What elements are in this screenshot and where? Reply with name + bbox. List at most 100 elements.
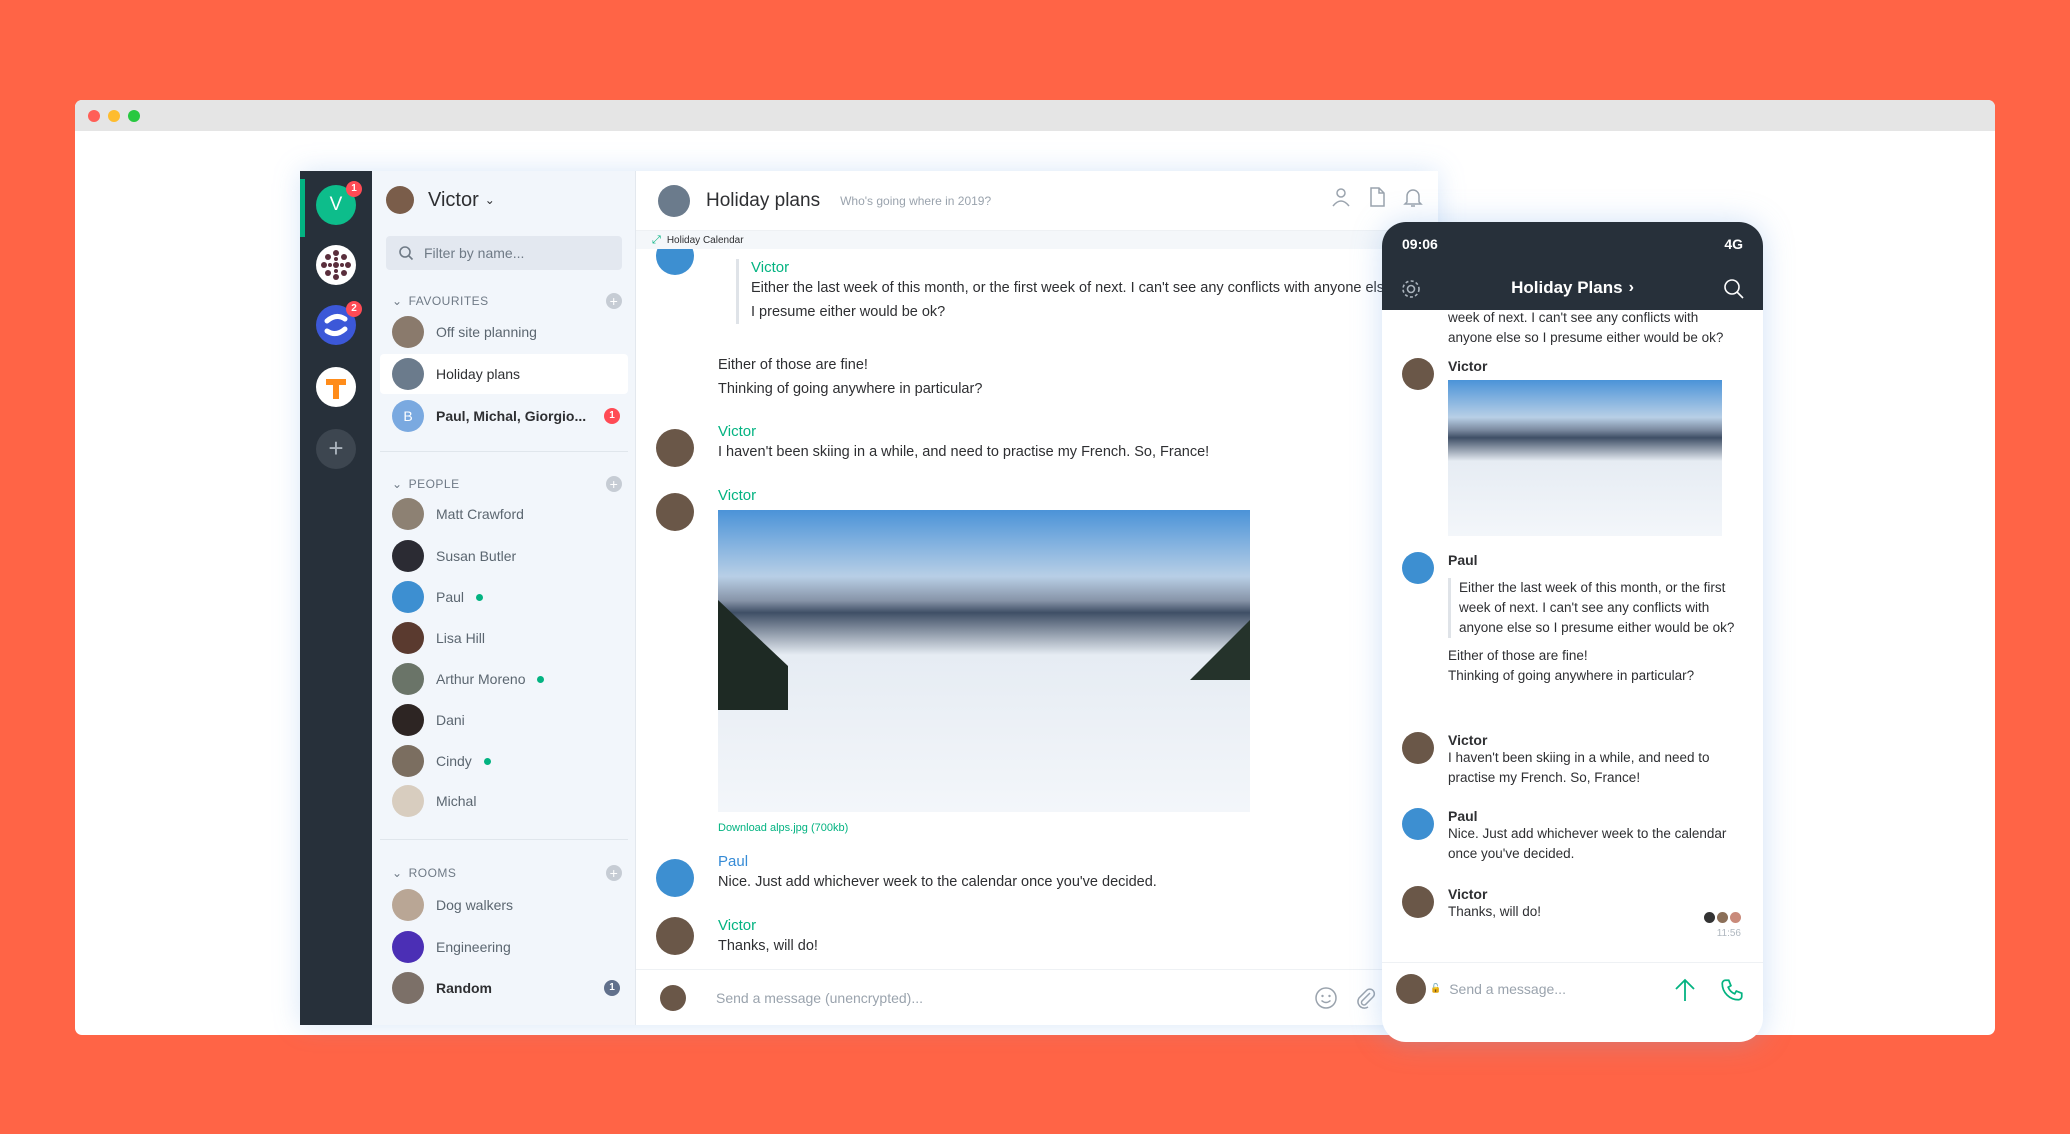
community-s-icon[interactable]: 2: [316, 301, 362, 345]
avatar[interactable]: [1402, 886, 1434, 918]
user-menu[interactable]: Victor ⌄: [386, 186, 495, 214]
room-item-random[interactable]: Random 1: [380, 968, 628, 1008]
phone-timeline: week of next. I can't see any conflicts …: [1382, 310, 1763, 970]
avatar: [392, 622, 424, 654]
person-item-susan-butler[interactable]: Susan Butler: [380, 536, 628, 576]
expand-icon[interactable]: ⤢: [652, 234, 661, 247]
online-indicator: [476, 593, 484, 601]
phone-message-input[interactable]: Send a message...: [1449, 981, 1566, 997]
bell-icon[interactable]: [1402, 186, 1424, 208]
avatar: [392, 581, 424, 613]
emoji-icon[interactable]: [1314, 986, 1338, 1010]
minimize-window-button[interactable]: [108, 110, 120, 122]
message-text: Thanks, will do!: [1448, 904, 1542, 919]
room-item-holiday-plans[interactable]: Holiday plans: [380, 354, 628, 394]
message-text: Thinking of going anywhere in particular…: [1448, 668, 1695, 683]
chevron-right-icon: ›: [1628, 279, 1634, 296]
community-t-icon[interactable]: [316, 367, 356, 407]
lock-icon: 🔓: [1430, 983, 1442, 993]
online-indicator: [483, 757, 491, 765]
room-avatar[interactable]: [658, 184, 690, 217]
room-title[interactable]: Holiday plans: [706, 190, 820, 212]
avatar: [392, 498, 424, 530]
active-indicator: [300, 179, 305, 237]
phone-room-title[interactable]: Holiday Plans: [1511, 278, 1622, 298]
message-timestamp: 11:56: [1716, 928, 1741, 939]
avatar[interactable]: [656, 493, 694, 531]
favourites-header[interactable]: ⌄ FAVOURITES +: [392, 293, 622, 309]
filter-placeholder: Filter by name...: [424, 245, 525, 261]
message-input[interactable]: Send a message (unencrypted)...: [716, 990, 923, 1006]
add-person-button[interactable]: +: [606, 476, 622, 492]
search-icon[interactable]: [1723, 278, 1745, 300]
avatar[interactable]: [656, 859, 694, 897]
people-header[interactable]: ⌄ PEOPLE +: [392, 476, 622, 492]
person-item-michal[interactable]: Michal: [380, 781, 628, 821]
room-item-group-dm[interactable]: B Paul, Michal, Giorgio... 1: [380, 396, 628, 436]
sender-name[interactable]: Victor: [1448, 886, 1745, 902]
room-item-off-site-planning[interactable]: Off site planning: [380, 312, 628, 352]
search-icon: [399, 246, 414, 261]
add-community-button[interactable]: +: [316, 429, 356, 469]
account-avatar[interactable]: V 1: [316, 181, 362, 225]
filter-input[interactable]: Filter by name...: [386, 236, 622, 270]
avatar[interactable]: [656, 249, 694, 275]
ski-slope-image[interactable]: [1448, 380, 1722, 536]
sender-name[interactable]: Victor: [1448, 358, 1745, 374]
phone-time: 09:06: [1402, 236, 1438, 252]
avatar[interactable]: [1402, 552, 1434, 584]
phone-mockup: 09:06 4G Holiday Plans › week of next. I…: [1382, 222, 1763, 1042]
person-item-dani[interactable]: Dani: [380, 700, 628, 740]
sender-name[interactable]: Paul: [718, 853, 1157, 870]
gear-icon[interactable]: [1400, 278, 1422, 300]
message-text: Either of those are fine!: [718, 357, 868, 373]
divider: [380, 839, 628, 840]
attachment-icon[interactable]: [1354, 986, 1378, 1010]
add-room-button[interactable]: +: [606, 865, 622, 881]
sender-name[interactable]: Paul: [1448, 808, 1745, 824]
room-item-dog-walkers[interactable]: Dog walkers: [380, 885, 628, 925]
user-name: Victor: [428, 188, 479, 211]
message-text: Thinking of going anywhere in particular…: [718, 381, 983, 397]
calendar-widget-bar[interactable]: ⤢ Holiday Calendar: [636, 231, 1438, 249]
sender-name[interactable]: Victor: [718, 423, 1209, 440]
add-favourite-button[interactable]: +: [606, 293, 622, 309]
close-window-button[interactable]: [88, 110, 100, 122]
files-icon[interactable]: [1366, 186, 1388, 208]
rooms-header[interactable]: ⌄ ROOMS +: [392, 865, 622, 881]
community-dots-icon[interactable]: [316, 245, 356, 285]
sender-name[interactable]: Paul: [1448, 552, 1745, 568]
avatar: [1396, 973, 1426, 1004]
person-item-cindy[interactable]: Cindy: [380, 741, 628, 781]
sender-name[interactable]: Victor: [751, 259, 1418, 276]
avatar[interactable]: [656, 429, 694, 467]
message-text: Thanks, will do!: [718, 938, 818, 954]
avatar: [392, 663, 424, 695]
person-item-arthur-moreno[interactable]: Arthur Moreno: [380, 659, 628, 699]
read-receipts[interactable]: [1704, 912, 1741, 923]
avatar[interactable]: [656, 917, 694, 955]
chat-app: V 1 2 + Victor ⌄ Filter by name... ⌄ FAV…: [300, 171, 1438, 1025]
send-arrow-icon[interactable]: [1673, 977, 1697, 1003]
sender-name[interactable]: Victor: [1448, 732, 1745, 748]
room-item-engineering[interactable]: Engineering: [380, 927, 628, 967]
avatar: [1730, 912, 1741, 923]
person-item-matt-crawford[interactable]: Matt Crawford: [380, 494, 628, 534]
avatar[interactable]: [1402, 808, 1434, 840]
notification-badge: 1: [346, 181, 362, 197]
avatar[interactable]: [1402, 732, 1434, 764]
download-link[interactable]: Download alps.jpg (700kb): [718, 822, 1250, 834]
message-text: I haven't been skiing in a while, and ne…: [718, 444, 1210, 460]
person-item-lisa-hill[interactable]: Lisa Hill: [380, 618, 628, 658]
sender-name[interactable]: Victor: [718, 487, 1250, 504]
phone-call-icon[interactable]: [1719, 977, 1745, 1003]
maximize-window-button[interactable]: [128, 110, 140, 122]
sender-name[interactable]: Victor: [718, 917, 818, 934]
person-item-paul[interactable]: Paul: [380, 577, 628, 617]
quoted-text: Either the last week of this month, or t…: [1448, 578, 1745, 638]
ski-slope-image[interactable]: [718, 510, 1250, 812]
phone-status-bar: 09:06 4G: [1382, 222, 1763, 266]
member-list-icon[interactable]: [1330, 186, 1352, 208]
avatar[interactable]: [1402, 358, 1434, 390]
room-avatar: [392, 316, 424, 348]
